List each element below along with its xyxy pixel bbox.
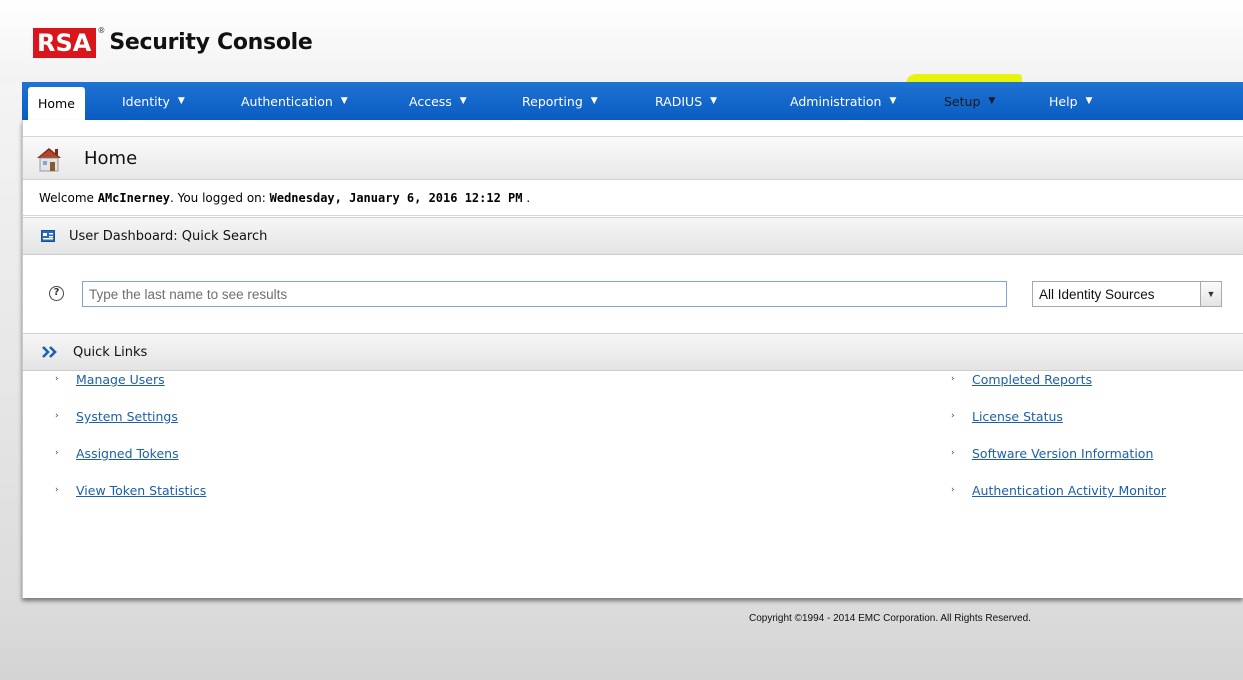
list-item: › View Token Statistics	[55, 483, 206, 520]
link-manage-users[interactable]: Manage Users	[76, 372, 165, 387]
dashboard-section-title: User Dashboard: Quick Search	[69, 228, 268, 244]
home-icon	[37, 148, 61, 172]
page-header: Home	[23, 136, 1243, 180]
nav-home-label: Home	[38, 96, 75, 111]
identity-source-value: All Identity Sources	[1039, 286, 1155, 302]
copyright-footer: Copyright ©1994 - 2014 EMC Corporation. …	[749, 613, 1031, 624]
bullet-icon: ›	[951, 374, 955, 384]
chevron-down-icon: ▼	[710, 96, 718, 106]
nav-administration-label: Administration	[790, 93, 882, 109]
nav-access[interactable]: Access ▼	[409, 82, 467, 120]
bullet-icon: ›	[951, 485, 955, 495]
welcome-logon-time: Wednesday, January 6, 2016 12:12 PM	[269, 191, 523, 205]
chevron-down-icon[interactable]: ▼	[1200, 282, 1221, 306]
quick-links-title: Quick Links	[73, 344, 148, 360]
nav-identity-label: Identity	[122, 93, 170, 109]
nav-help-label: Help	[1049, 93, 1078, 109]
chevron-down-icon: ▼	[177, 96, 185, 106]
list-item: › Software Version Information	[951, 446, 1166, 483]
link-completed-reports[interactable]: Completed Reports	[972, 372, 1092, 387]
welcome-user: AMcInerney	[97, 191, 170, 205]
nav-setup[interactable]: Setup ▼	[944, 82, 995, 120]
welcome-message: Welcome AMcInerney. You logged on: Wedne…	[23, 180, 1243, 216]
bullet-icon: ›	[951, 411, 955, 421]
quick-links-left: › Manage Users › System Settings › Assig…	[55, 372, 206, 520]
list-item: › Completed Reports	[951, 372, 1166, 409]
dashboard-section-header: User Dashboard: Quick Search	[23, 217, 1243, 255]
nav-radius[interactable]: RADIUS ▼	[655, 82, 717, 120]
link-system-settings[interactable]: System Settings	[76, 409, 178, 424]
nav-home[interactable]: Home	[28, 87, 85, 120]
bullet-icon: ›	[55, 411, 59, 421]
bullet-icon: ›	[55, 485, 59, 495]
nav-reporting[interactable]: Reporting ▼	[522, 82, 598, 120]
list-item: › Assigned Tokens	[55, 446, 206, 483]
chevron-down-icon: ▼	[988, 96, 996, 106]
nav-help[interactable]: Help ▼	[1049, 82, 1092, 120]
link-assigned-tokens[interactable]: Assigned Tokens	[76, 446, 179, 461]
last-name-search-input[interactable]	[82, 281, 1007, 307]
welcome-suffix: .	[522, 191, 531, 205]
nav-reporting-label: Reporting	[522, 93, 583, 109]
nav-identity[interactable]: Identity ▼	[122, 82, 185, 120]
dashboard-icon	[41, 230, 55, 242]
chevron-down-icon: ▼	[590, 96, 598, 106]
chevron-down-icon: ▼	[1085, 96, 1093, 106]
identity-source-select[interactable]: All Identity Sources ▼	[1032, 281, 1222, 307]
bullet-icon: ›	[55, 374, 59, 384]
link-authentication-activity-monitor[interactable]: Authentication Activity Monitor	[972, 483, 1166, 498]
double-chevron-icon	[42, 346, 57, 358]
nav-setup-label: Setup	[944, 93, 981, 109]
main-panel: Home Welcome AMcInerney. You logged on: …	[22, 120, 1243, 598]
link-software-version-information[interactable]: Software Version Information	[972, 446, 1153, 461]
rsa-logo: RSA	[33, 28, 97, 58]
quick-links-right: › Completed Reports › License Status › S…	[951, 372, 1166, 520]
help-icon[interactable]: ?	[49, 286, 64, 301]
app-branding: RSA ® Security Console	[33, 26, 313, 62]
quick-search-row: ? All Identity Sources ▼	[23, 256, 1243, 332]
nav-authentication-label: Authentication	[241, 93, 333, 109]
link-license-status[interactable]: License Status	[972, 409, 1063, 424]
welcome-middle: . You logged on:	[169, 191, 270, 205]
page-title: Home	[84, 148, 138, 169]
nav-authentication[interactable]: Authentication ▼	[241, 82, 348, 120]
quick-links-section-header: Quick Links	[23, 333, 1243, 371]
list-item: › Manage Users	[55, 372, 206, 409]
registered-mark: ®	[97, 26, 106, 35]
list-item: › License Status	[951, 409, 1166, 446]
app-title: Security Console	[109, 30, 313, 55]
nav-access-label: Access	[409, 93, 452, 109]
bullet-icon: ›	[951, 448, 955, 458]
welcome-prefix: Welcome	[39, 191, 98, 205]
chevron-down-icon: ▼	[889, 96, 897, 106]
list-item: › System Settings	[55, 409, 206, 446]
main-navbar: Home Identity ▼ Authentication ▼ Access …	[22, 82, 1243, 120]
bullet-icon: ›	[55, 448, 59, 458]
chevron-down-icon: ▼	[340, 96, 348, 106]
chevron-down-icon: ▼	[459, 96, 467, 106]
nav-administration[interactable]: Administration ▼	[790, 82, 896, 120]
nav-radius-label: RADIUS	[655, 93, 703, 109]
list-item: › Authentication Activity Monitor	[951, 483, 1166, 520]
link-view-token-statistics[interactable]: View Token Statistics	[76, 483, 206, 498]
